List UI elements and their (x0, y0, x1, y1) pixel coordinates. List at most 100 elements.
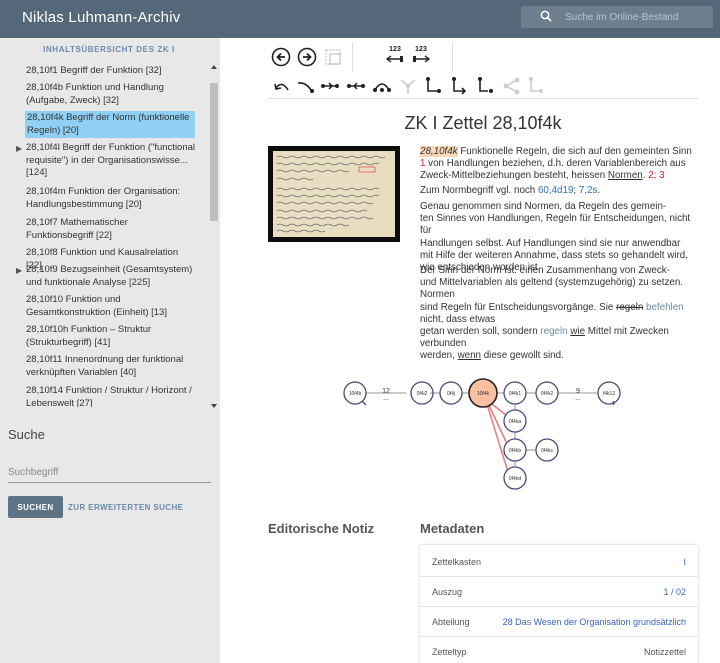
graph-gap-label: 12 (382, 388, 390, 395)
toc-item[interactable]: 28,10f4b Funktion und Handlung (Aufgabe,… (26, 82, 196, 107)
toc-scrollbar[interactable] (209, 62, 219, 411)
previous-zettel-icon[interactable] (271, 47, 291, 67)
search-button[interactable]: SUCHEN (8, 496, 63, 518)
expand-caret-icon[interactable]: ▶ (16, 144, 22, 153)
scroll-thumb[interactable] (210, 83, 218, 221)
child-last-icon[interactable] (476, 76, 496, 96)
text-span: werden, (420, 350, 458, 362)
zettel-link[interactable]: 7,2s (579, 185, 598, 196)
sequence-icon[interactable] (320, 76, 340, 96)
graph-node-label: 0f4kc (541, 448, 553, 454)
graph-node-label: 0f4j (447, 391, 455, 397)
jump-forward-icon[interactable] (296, 76, 316, 96)
insertion-word: befehlen (646, 301, 684, 313)
underlined-word: wie (570, 326, 586, 338)
expand-caret-icon[interactable]: ▶ (16, 266, 22, 275)
jump-back-icon[interactable] (272, 76, 292, 96)
graph-gap-dots: ... (575, 395, 581, 402)
toc-item[interactable]: 28,10f1 Begriff der Funktion [32] (26, 65, 196, 78)
text-line: mit Hilfe der weiteren Annahme, dass ste… (420, 249, 688, 261)
scroll-up-arrow-icon[interactable] (211, 65, 217, 69)
graph-node-label: 0f4ka (509, 419, 521, 425)
sidebar-search-input[interactable] (8, 463, 211, 483)
number-right-label: 123 (415, 46, 427, 53)
text-span: sind Regeln für Entscheidungsvorgänge. S… (420, 301, 617, 313)
search-heading: Suche (8, 427, 45, 442)
text-span: getan werden soll, sondern (420, 326, 541, 338)
app-title[interactable]: Niklas Luhmann-Archiv (22, 9, 180, 26)
graph-node-label: 10f4k (477, 391, 490, 397)
graph-gap-label: 9 (576, 388, 580, 395)
zettel-title: ZK I Zettel 28,10f4k (404, 113, 562, 133)
advanced-search-link[interactable]: ZUR ERWEITERTEN SUCHE (68, 503, 183, 512)
transcription-paragraph-2: Zum Normbegriff vgl. noch 60,4d19; 7,2s. (420, 185, 698, 197)
text-line: getan werden soll, sondern regeln wie Mi… (420, 326, 698, 350)
toc-item[interactable]: 28,10f4l Begriff der Funktion ("function… (26, 142, 196, 180)
child-down-icon[interactable] (424, 76, 444, 96)
graph-node-tail (361, 400, 367, 406)
global-search-box[interactable] (521, 6, 713, 28)
footnote-ref[interactable]: 3 (659, 170, 664, 181)
toc-item[interactable]: 28,10f4m Funktion der Organisation: Hand… (26, 186, 196, 211)
graph-node-tail (612, 400, 615, 406)
metadata-key: Auszug (432, 587, 463, 597)
toc-title: INHALTSÜBERSICHT DES ZK I (43, 45, 175, 54)
toc-item[interactable]: 28,10f7 Mathematischer Funktionsbegriff … (26, 217, 196, 242)
search-icon[interactable] (540, 10, 552, 22)
metadata-value[interactable]: I (683, 557, 686, 567)
share-icon (503, 77, 520, 95)
editorial-note-heading: Editorische Notiz (268, 521, 375, 536)
graph-node-label: 10f4b (349, 391, 362, 397)
metadata-value: Notizzettel (643, 647, 686, 657)
text-span: Zum Normbegriff vgl. noch (420, 185, 538, 196)
metadata-row: Zettelkasten I (420, 547, 698, 577)
number-left-label: 123 (389, 46, 401, 53)
metadata-value[interactable]: 28 Das Wesen der Organisation grundsätzl… (503, 617, 686, 627)
graph-node-label: 0f4i2 (417, 391, 428, 397)
toc-item[interactable]: 28,10f10h Funktion – Struktur (Strukturb… (26, 324, 196, 349)
sort-left-arrow-icon[interactable] (385, 54, 405, 64)
text-line: werden, wenn diese gewollt sind. (420, 350, 698, 362)
transcription-paragraph-1: 28,10f4k Funktionelle Regeln, die sich a… (420, 146, 698, 183)
toc-list: 28,10f1 Begriff der Funktion [32] 28,10f… (0, 62, 208, 407)
text-line: Der Sinn der Norm ist: einen Zusammenhan… (420, 265, 670, 276)
graph-node-label: 0f4k1 (509, 391, 521, 397)
next-zettel-icon[interactable] (297, 47, 317, 67)
metadata-key: Zettelkasten (432, 557, 482, 567)
zettel-link[interactable]: 60,4d19 (538, 185, 573, 196)
toc-item[interactable]: 28,10f11 Innenordnung der funktional ver… (26, 354, 196, 379)
toolbar-divider (352, 42, 353, 72)
metadata-key: Zetteltyp (432, 647, 467, 657)
branch-arc-icon[interactable] (372, 76, 392, 96)
metadata-row: Zetteltyp Notizzettel (420, 637, 698, 663)
metadata-value[interactable]: 1 / 02 (663, 587, 686, 597)
toc-item[interactable]: 28,10f10 Funktion und Gesamtkonstruktion… (26, 294, 196, 319)
child-disabled-icon (529, 77, 543, 93)
toc-item[interactable]: 28,10f9 Bezugseinheit (Gesamtsystem) und… (26, 264, 196, 289)
global-search-input[interactable] (565, 9, 705, 25)
top-bar: Niklas Luhmann-Archiv (0, 0, 720, 38)
insertion-word: regeln (540, 326, 568, 338)
graph-node-label: 0f4kd (509, 476, 521, 482)
text-line: Handlungen selbst. Auf Handlungen sind s… (420, 237, 681, 249)
toc-item-active[interactable]: 28,10f4k Begriff der Norm (funktionelle … (25, 111, 195, 138)
toc-item[interactable]: 28,10f14 Funktion / Struktur / Horizont … (26, 385, 196, 407)
scroll-down-arrow-icon[interactable] (211, 404, 217, 408)
sequence-double-icon[interactable] (346, 76, 366, 96)
text-line: und Mittelvariablen als geltend (systemz… (420, 277, 684, 301)
transcription-paragraph-3: Genau genommen sind Normen, da Regeln de… (420, 201, 698, 274)
zettel-scan-image[interactable] (268, 146, 400, 242)
child-down-arrow-icon[interactable] (450, 76, 470, 96)
tree-up-icon (400, 79, 416, 94)
transcription-paragraph-4: Der Sinn der Norm ist: einen Zusammenhan… (420, 265, 698, 363)
zettel-graph[interactable]: 10f4b 12 ... 0f4i2 0f4j 10f4k 0f4k1 0f4k… (338, 373, 638, 497)
text-line: ten Sinnes von Handlungen, Regeln für En… (420, 213, 691, 237)
metadata-row: Auszug 1 / 02 (420, 577, 698, 607)
sort-right-arrow-icon[interactable] (411, 54, 431, 64)
metadata-heading: Metadaten (420, 521, 485, 536)
graph-node-label: 0f4k2 (541, 391, 553, 397)
zettel-id-mark: 28,10f4k (420, 146, 458, 157)
metadata-table: Zettelkasten I Auszug 1 / 02 Abteilung 2… (420, 545, 698, 663)
text-span: diese gewollt sind. (481, 350, 564, 362)
metadata-key: Abteilung (432, 617, 470, 627)
